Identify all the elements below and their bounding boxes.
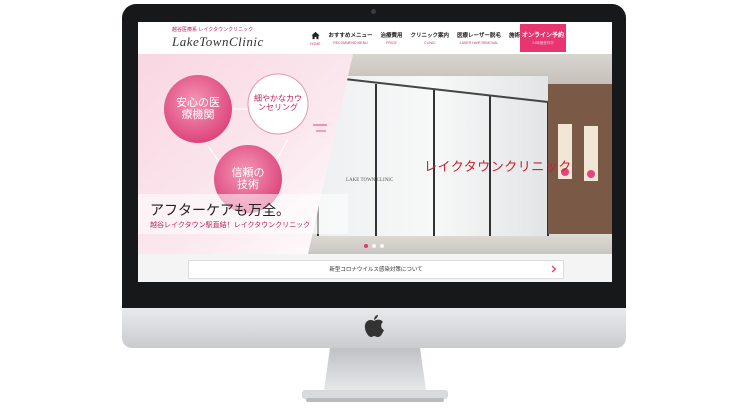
nav-item-price[interactable]: 治療費用 PRICE <box>377 22 407 54</box>
nav-item-home[interactable]: HOME <box>306 22 325 54</box>
nav-label: 医療レーザー脱毛 <box>457 33 501 39</box>
online-reservation-button[interactable]: オンライン予約 24時間受付中 <box>520 24 566 52</box>
nav-label: クリニック案内 <box>410 33 450 39</box>
camera-icon <box>371 9 376 14</box>
clinic-sign-small: LAKE TOWN CLINIC <box>346 178 394 183</box>
website-screen: 越谷医療系 レイクタウンクリニック LakeTownClinic HOME おす… <box>138 22 612 282</box>
site-logo[interactable]: LakeTownClinic <box>172 34 264 50</box>
nav-label: 治療費用 <box>380 33 403 39</box>
apple-logo-icon <box>364 315 384 337</box>
nav-item-clinic[interactable]: クリニック案内 CLINIC <box>407 22 454 54</box>
site-header: 越谷医療系 レイクタウンクリニック LakeTownClinic HOME おす… <box>138 22 612 54</box>
chevron-right-icon <box>551 265 557 273</box>
home-icon <box>311 31 320 39</box>
bubble-text: 細やかなカウンセリング <box>254 94 302 112</box>
nav-item-recommend[interactable]: おすすめメニュー RECOMMEND MENU <box>325 22 377 54</box>
hero-catch-copy: アフターケアも万全。 <box>150 204 290 219</box>
notice-section: 新型コロナウイルス感染対策について <box>138 254 612 282</box>
cta-sub: 24時間受付中 <box>532 41 554 45</box>
monitor-stand <box>302 348 448 402</box>
notice-text: 新型コロナウイルス感染対策について <box>329 267 423 273</box>
cta-label: オンライン予約 <box>521 33 564 39</box>
hero-banner: 安心の医療機関 細やかなカウンセリング 信頼の技術 アフターケアも万全。 越谷レ… <box>138 54 612 254</box>
feature-bubble-counseling: 細やかなカウンセリング <box>248 74 308 134</box>
bubble-text: 安心の医療機関 <box>176 96 220 121</box>
feature-bubble-safety: 安心の医療機関 <box>164 75 232 143</box>
nav-label: おすすめメニュー <box>328 33 373 39</box>
nav-sub: RECOMMEND MENU <box>333 41 368 45</box>
hero-catch-sub: 越谷レイクタウン駅直結！レイクタウンクリニック <box>150 221 311 229</box>
nav-item-laser[interactable]: 医療レーザー脱毛 LASER HAIR REMOVAL <box>453 22 505 54</box>
nav-sub: CLINIC <box>424 41 436 45</box>
nav-sub: PRICE <box>386 41 397 45</box>
nav-sub: LASER HAIR REMOVAL <box>459 41 499 45</box>
main-nav: HOME おすすめメニュー RECOMMEND MENU 治療費用 PRICE … <box>306 22 546 54</box>
nav-sub-home: HOME <box>310 41 321 46</box>
bubble-text: 信頼の技術 <box>231 166 265 191</box>
clinic-sign: レイクタウンクリニック <box>424 159 572 174</box>
covid-notice-link[interactable]: 新型コロナウイルス感染対策について <box>188 260 564 279</box>
site-tagline: 越谷医療系 レイクタウンクリニック <box>172 27 254 33</box>
